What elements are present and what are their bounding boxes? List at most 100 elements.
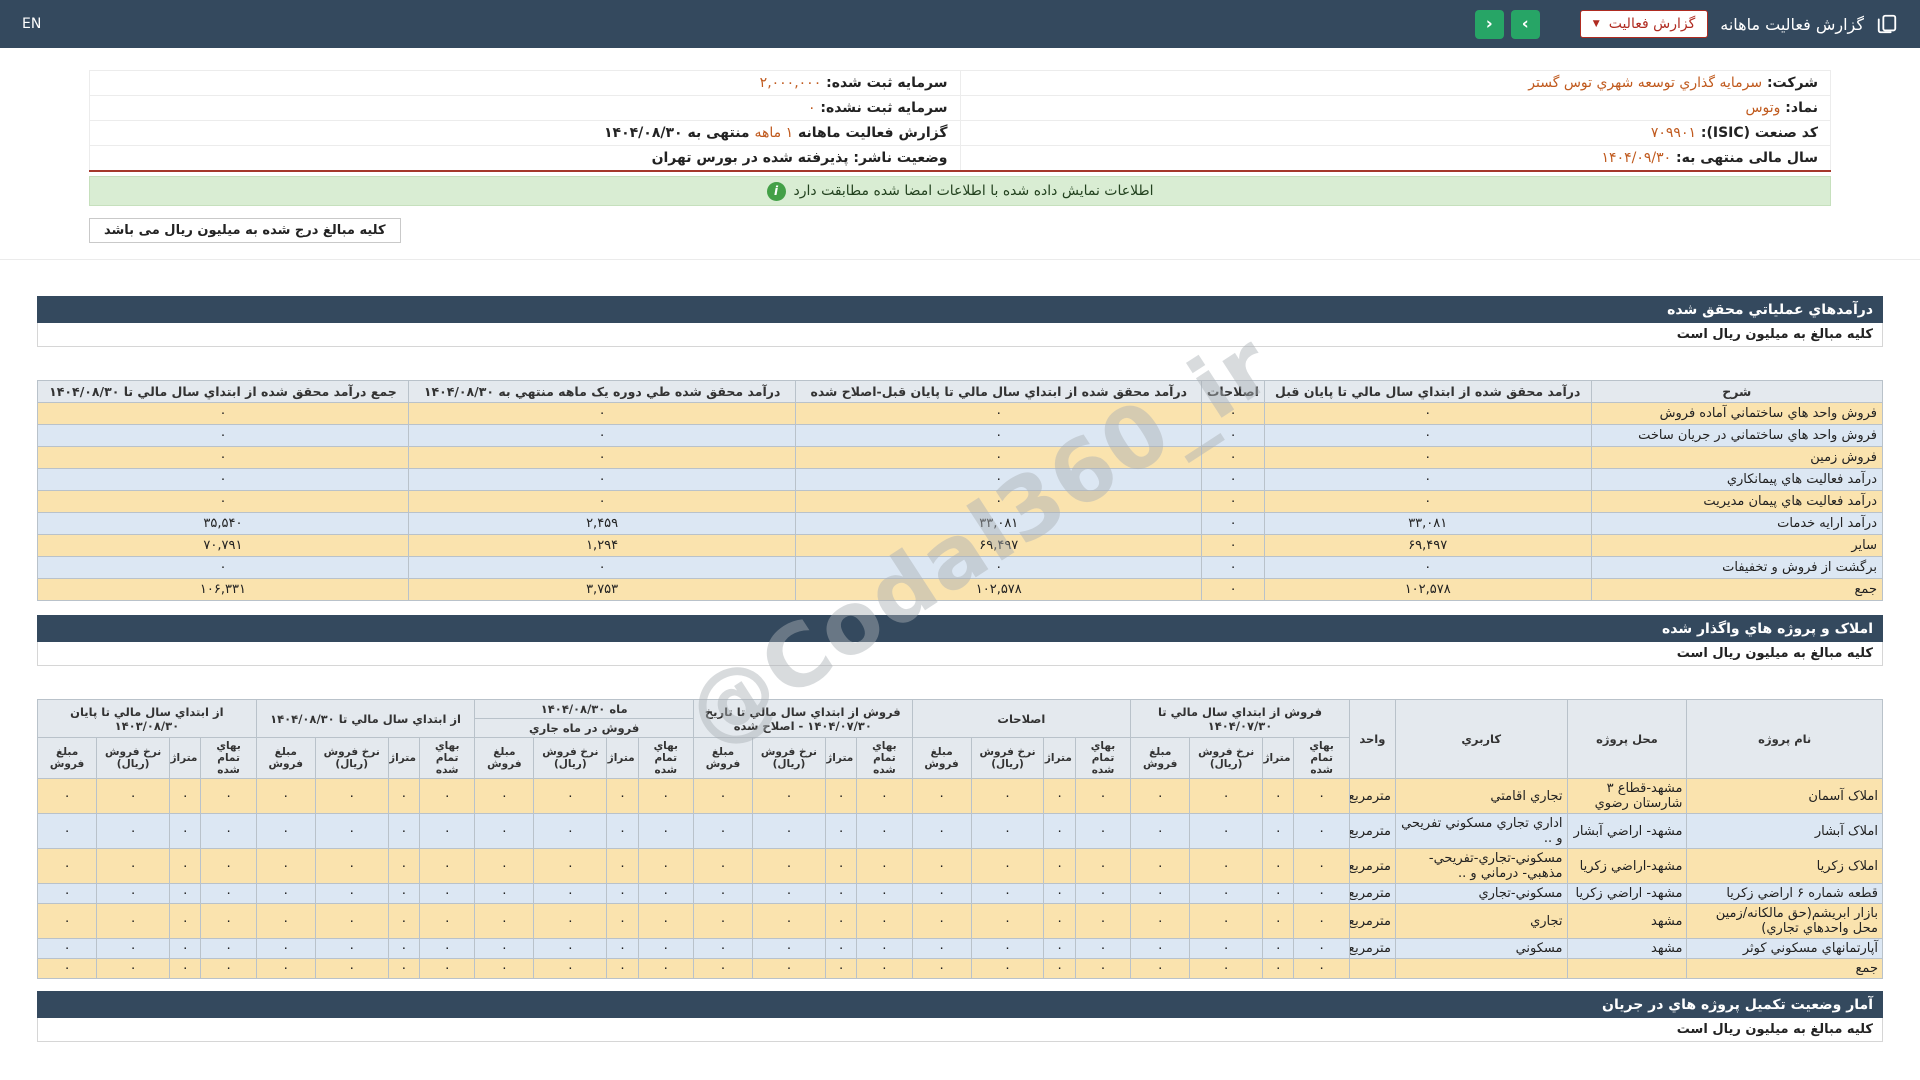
info-value: ۷۰۹۹۰۱ — [1651, 125, 1696, 141]
project-value-cell: ۰ — [638, 959, 693, 979]
revenue-value-cell: ۰ — [796, 469, 1202, 491]
project-name: قطعه شماره ۶ اراضي زکریا — [1687, 884, 1883, 904]
revenue-value-cell: ۷۰,۷۹۱ — [38, 535, 409, 557]
info-cell-left: سرمایه ثبت شده: ۲,۰۰۰,۰۰۰ — [90, 71, 961, 96]
project-value-cell: ۰ — [1131, 904, 1190, 939]
revenue-col-header: درآمد محقق شده از ابتداي سال مالي تا پای… — [796, 381, 1202, 403]
info-label-suffix: منتهی به ۱۴۰۴/۰۸/۳۰ — [604, 125, 754, 141]
project-value-cell: ۰ — [315, 849, 388, 884]
project-unit: مترمربع — [1349, 939, 1395, 959]
project-value-cell: ۰ — [825, 779, 856, 814]
revenue-row-label: درآمد فعالیت هاي پیمانکاري — [1591, 469, 1883, 491]
projects-subcol-header: مبلغ فروش — [475, 738, 534, 779]
project-value-cell: ۰ — [1044, 959, 1075, 979]
project-value-cell: ۰ — [638, 779, 693, 814]
project-value-cell: ۰ — [1131, 779, 1190, 814]
project-value-cell: ۰ — [753, 884, 826, 904]
projects-subcol-header: نرخ فروش (ریال) — [971, 738, 1044, 779]
revenue-value-cell: ۰ — [408, 425, 795, 447]
projects-subcol-header: نرخ فروش (ریال) — [1190, 738, 1263, 779]
project-value-cell: ۰ — [753, 814, 826, 849]
amounts-note-row: کلیه مبالغ درج شده به میلیون ریال می باش… — [89, 218, 1831, 243]
info-label: سرمایه ثبت نشده: — [815, 100, 947, 116]
project-row: آپارتمانهاي مسکوني کوثرمشهدمسکونيمترمربع… — [38, 939, 1883, 959]
project-value-cell: ۰ — [38, 849, 97, 884]
revenue-value-cell: ۰ — [796, 403, 1202, 425]
project-value-cell: ۰ — [1044, 939, 1075, 959]
revenue-value-cell: ۰ — [408, 491, 795, 513]
project-value-cell: ۰ — [534, 904, 607, 939]
project-value-cell: ۰ — [315, 884, 388, 904]
project-value-cell: ۰ — [170, 904, 201, 939]
revenue-row: برگشت از فروش و تخفیفات۰۰۰۰۰ — [38, 557, 1883, 579]
project-value-cell: ۰ — [1263, 939, 1294, 959]
info-icon: i — [767, 182, 786, 201]
project-value-cell: ۰ — [1075, 959, 1130, 979]
project-value-cell: ۰ — [475, 939, 534, 959]
project-name: بازار ابریشم(حق مالکانه/زمین محل واحدهاي… — [1687, 904, 1883, 939]
project-value-cell: ۰ — [971, 884, 1044, 904]
report-copy-icon[interactable] — [1876, 13, 1898, 35]
project-value-cell: ۰ — [1190, 904, 1263, 939]
revenue-value-cell: ۰ — [408, 447, 795, 469]
project-value-cell: ۰ — [607, 959, 638, 979]
project-value-cell: ۰ — [1263, 884, 1294, 904]
language-toggle[interactable]: EN — [22, 16, 41, 32]
next-report-button[interactable]: › — [1511, 10, 1540, 39]
project-value-cell: ۰ — [315, 939, 388, 959]
navbar-right-cluster: گزارش فعالیت ماهانه گزارش فعالیت ▼ › ‹ — [1475, 10, 1898, 39]
report-body: درآمدهاي عملياتي محقق شده کلیه مبالغ به … — [37, 296, 1883, 1042]
projects-group-header: از ابتداي سال مالي تا ۱۴۰۴/۰۸/۳۰ — [256, 700, 475, 738]
report-type-dropdown[interactable]: گزارش فعالیت ▼ — [1580, 10, 1708, 38]
project-value-cell: ۰ — [1075, 939, 1130, 959]
prev-report-button[interactable]: ‹ — [1475, 10, 1504, 39]
revenue-value-cell: ۰ — [38, 403, 409, 425]
info-row: نماد: وتوسسرمایه ثبت نشده: ۰ — [90, 96, 1831, 121]
revenue-value-cell: ۶۹,۴۹۷ — [796, 535, 1202, 557]
project-value-cell: ۰ — [170, 959, 201, 979]
project-location: مشهد-اراضي زکریا — [1567, 849, 1687, 884]
project-value-cell: ۰ — [97, 884, 170, 904]
revenue-value-cell: ۰ — [796, 491, 1202, 513]
project-value-cell: ۰ — [97, 904, 170, 939]
project-value-cell: ۰ — [38, 814, 97, 849]
chevron-down-icon: ▼ — [1593, 20, 1600, 29]
project-value-cell: ۰ — [912, 939, 971, 959]
unit-note-bar-projects: کلیه مبالغ به میلیون ریال است — [37, 642, 1883, 666]
project-value-cell: ۰ — [1190, 959, 1263, 979]
project-value-cell: ۰ — [201, 814, 256, 849]
projects-group-header: فروش از ابتداي سال مالي تا تاریخ ۱۴۰۴/۰۷… — [693, 700, 912, 738]
project-row: املاک آبشارمشهد- اراضي آبشاراداري تجاري … — [38, 814, 1883, 849]
project-unit: مترمربع — [1349, 779, 1395, 814]
project-value-cell: ۰ — [315, 814, 388, 849]
project-value-cell: ۰ — [201, 904, 256, 939]
project-usage: تجاري — [1395, 904, 1567, 939]
signed-match-banner: اطلاعات نمایش داده شده با اطلاعات امضا ش… — [89, 176, 1831, 206]
revenue-value-cell: ۰ — [1264, 469, 1591, 491]
projects-subcol-header: مبلغ فروش — [693, 738, 752, 779]
revenue-value-cell: ۰ — [1264, 491, 1591, 513]
project-value-cell: ۰ — [857, 904, 912, 939]
project-value-cell: ۰ — [388, 849, 419, 884]
revenue-row: درآمد ارایه خدمات۳۳,۰۸۱۰۳۳,۰۸۱۲,۴۵۹۳۵,۵۴… — [38, 513, 1883, 535]
projects-subcol-header: متراژ — [170, 738, 201, 779]
projects-col-header: کاربري — [1395, 700, 1567, 779]
projects-subcol-header: بهاي تمام شده — [1294, 738, 1349, 779]
revenue-row: فروش واحد هاي ساختماني در جریان ساخت۰۰۰۰… — [38, 425, 1883, 447]
project-value-cell: ۰ — [693, 849, 752, 884]
project-value-cell: ۰ — [857, 814, 912, 849]
revenue-value-cell: ۰ — [1202, 403, 1265, 425]
info-cell-right: سال مالی منتهی به: ۱۴۰۴/۰۹/۳۰ — [960, 146, 1831, 172]
project-name: املاک آسمان — [1687, 779, 1883, 814]
project-usage: اداري تجاري مسکوني تفریحي و .. — [1395, 814, 1567, 849]
project-unit: مترمربع — [1349, 884, 1395, 904]
projects-group-header: فروش از ابتداي سال مالي تا ۱۴۰۴/۰۷/۳۰ — [1131, 700, 1350, 738]
info-cell-right: کد صنعت (ISIC): ۷۰۹۹۰۱ — [960, 121, 1831, 146]
revenue-row-label: فروش واحد هاي ساختماني آماده فروش — [1591, 403, 1883, 425]
project-value-cell: ۰ — [475, 779, 534, 814]
project-value-cell: ۰ — [256, 779, 315, 814]
revenue-row: فروش واحد هاي ساختماني آماده فروش۰۰۰۰۰ — [38, 403, 1883, 425]
project-value-cell: ۰ — [607, 814, 638, 849]
unit-note-text: کلیه مبالغ به میلیون ریال است — [1677, 1022, 1873, 1037]
project-value-cell: ۰ — [1131, 814, 1190, 849]
